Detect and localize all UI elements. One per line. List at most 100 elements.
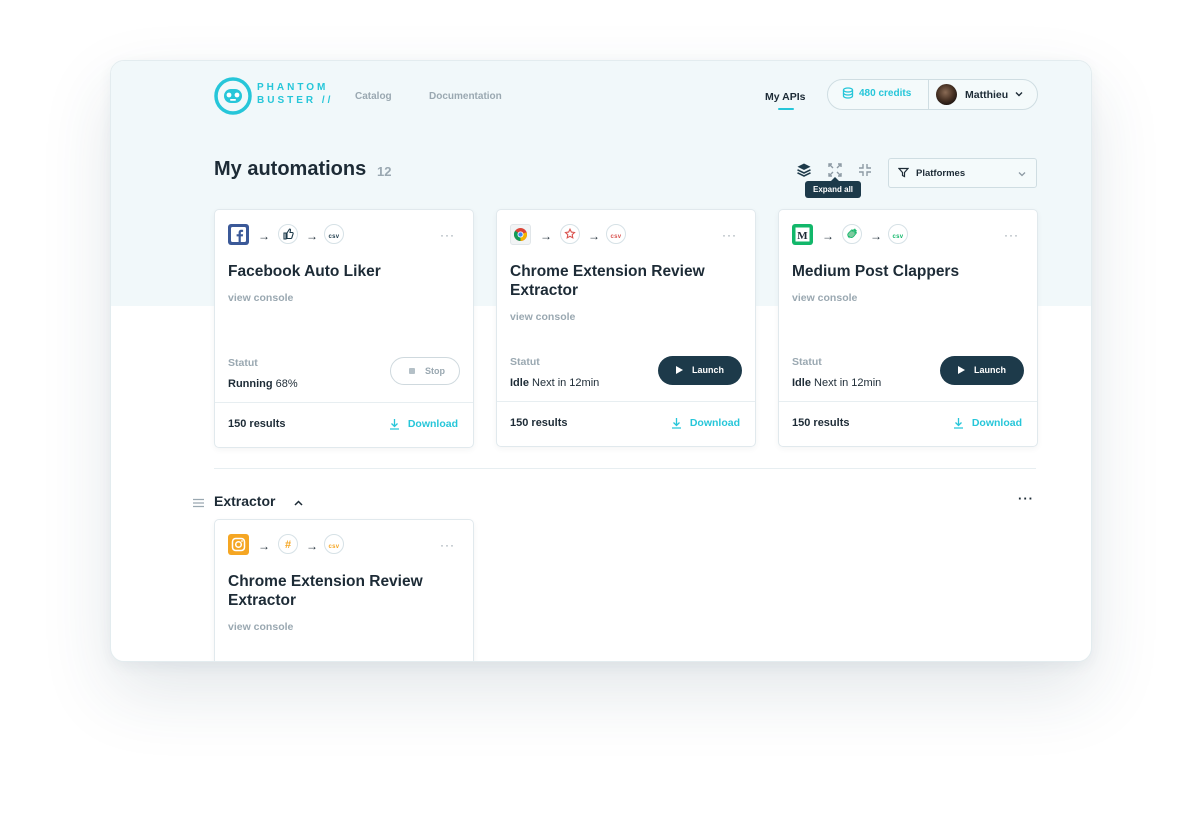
brand-wordmark[interactable]: PHANTOM BUSTER // xyxy=(257,81,333,107)
expand-all-tooltip: Expand all xyxy=(805,177,862,198)
brand-line-2: BUSTER // xyxy=(257,95,334,106)
view-console-link[interactable]: view console xyxy=(792,292,857,304)
filter-label: Platformes xyxy=(916,168,966,179)
credits-badge[interactable]: 480 credits xyxy=(842,87,912,99)
status-text: Idle xyxy=(792,377,811,389)
launch-button[interactable]: Launch xyxy=(940,356,1024,385)
card-menu-icon[interactable]: ··· xyxy=(1004,228,1019,242)
card-title[interactable]: Medium Post Clappers xyxy=(792,262,1022,281)
arrow-right-icon: → xyxy=(870,229,882,243)
credits-text: 480 credits xyxy=(859,88,912,99)
status-value: Idle Next in 12min xyxy=(510,377,599,389)
drag-handle-icon[interactable] xyxy=(193,498,204,508)
status-value: Idle Next in 12min xyxy=(792,377,881,389)
chevron-down-icon[interactable] xyxy=(1014,89,1024,99)
brand-line-1: PHANTOM xyxy=(257,82,329,93)
launch-label: Launch xyxy=(692,365,725,375)
avatar[interactable] xyxy=(936,84,957,105)
status-next-run: Next in 12min xyxy=(814,377,882,389)
automation-card-extractor[interactable]: → # → csv ··· Chrome Extension Review Ex… xyxy=(214,519,474,661)
download-button[interactable]: Download xyxy=(953,417,1022,429)
automation-card-medium-post-clappers[interactable]: M → → csv ··· Medium Post Clappers view … xyxy=(778,209,1038,447)
card-footer: 150 results Download xyxy=(215,402,473,448)
card-footer: 150 results Download xyxy=(779,401,1037,447)
arrow-right-icon: → xyxy=(306,539,318,553)
csv-icon: csv xyxy=(606,224,626,244)
arrow-right-icon: → xyxy=(540,229,552,243)
download-button[interactable]: Download xyxy=(671,417,740,429)
status-next-run: Next in 12min xyxy=(532,377,600,389)
arrow-right-icon: → xyxy=(258,539,270,553)
clap-icon xyxy=(842,224,862,244)
automation-card-facebook-auto-liker[interactable]: → → csv ··· Facebook Auto Liker view con… xyxy=(214,209,474,448)
launch-label: Launch xyxy=(974,365,1007,375)
arrow-right-icon: → xyxy=(258,229,270,243)
card-title[interactable]: Facebook Auto Liker xyxy=(228,262,458,281)
chevron-down-icon xyxy=(1018,172,1026,177)
user-name[interactable]: Matthieu xyxy=(965,89,1008,101)
hashtag-icon: # xyxy=(278,534,298,554)
csv-icon: csv xyxy=(324,224,344,244)
csv-icon: csv xyxy=(324,534,344,554)
section-menu-icon[interactable]: ··· xyxy=(1018,491,1034,506)
status-text: Idle xyxy=(510,377,529,389)
launch-button[interactable]: Launch xyxy=(658,356,742,385)
account-pill: 480 credits Matthieu xyxy=(827,79,1038,110)
arrow-right-icon: → xyxy=(822,229,834,243)
collapse-all-icon[interactable] xyxy=(857,162,873,178)
status-label: Statut xyxy=(792,356,822,368)
stop-button[interactable]: Stop xyxy=(390,357,460,385)
card-title[interactable]: Chrome Extension Review Extractor xyxy=(228,572,458,610)
download-button[interactable]: Download xyxy=(389,418,458,430)
phantombuster-logo-icon[interactable] xyxy=(213,76,253,116)
download-label: Download xyxy=(689,417,740,429)
download-label: Download xyxy=(971,417,1022,429)
thumbs-up-icon xyxy=(278,224,298,244)
filter-icon xyxy=(898,167,909,178)
card-title[interactable]: Chrome Extension Review Extractor xyxy=(510,262,740,300)
section-divider xyxy=(214,468,1036,469)
automation-card-chrome-extension-review-extractor[interactable]: → → csv ··· Chrome Extension Review Extr… xyxy=(496,209,756,447)
download-label: Download xyxy=(407,418,458,430)
csv-label: csv xyxy=(328,544,340,550)
status-label: Statut xyxy=(228,357,258,369)
csv-label: csv xyxy=(610,234,622,240)
layers-icon[interactable] xyxy=(796,162,812,178)
chevron-up-icon[interactable] xyxy=(293,498,304,508)
account-divider xyxy=(928,80,929,109)
status-progress: 68% xyxy=(275,378,298,390)
results-count: 150 results xyxy=(792,417,850,429)
arrow-right-icon: → xyxy=(588,229,600,243)
download-icon xyxy=(953,418,963,429)
section-title[interactable]: Extractor xyxy=(214,493,275,509)
card-menu-icon[interactable]: ··· xyxy=(440,538,455,552)
expand-all-icon[interactable] xyxy=(827,162,843,178)
page-title: My automations xyxy=(214,158,367,180)
results-count: 150 results xyxy=(510,417,568,429)
status-label: Statut xyxy=(510,356,540,368)
chrome-icon xyxy=(510,224,531,245)
medium-icon: M xyxy=(792,224,813,245)
nav-my-apis[interactable]: My APIs xyxy=(765,91,805,103)
status-text: Running xyxy=(228,378,273,390)
view-console-link[interactable]: view console xyxy=(228,292,293,304)
automation-count: 12 xyxy=(377,164,392,179)
view-console-link[interactable]: view console xyxy=(510,311,575,323)
card-menu-icon[interactable]: ··· xyxy=(722,228,737,242)
card-menu-icon[interactable]: ··· xyxy=(440,228,455,242)
nav-active-indicator xyxy=(778,108,794,110)
view-console-link[interactable]: view console xyxy=(228,621,293,633)
app-window: PHANTOM BUSTER // Catalog Documentation … xyxy=(110,60,1092,662)
csv-icon: csv xyxy=(888,224,908,244)
nav-catalog[interactable]: Catalog xyxy=(355,91,392,102)
arrow-right-icon: → xyxy=(306,229,318,243)
play-icon xyxy=(676,366,683,374)
facebook-icon xyxy=(228,224,249,245)
stop-icon xyxy=(409,368,415,374)
star-icon xyxy=(560,224,580,244)
nav-documentation[interactable]: Documentation xyxy=(429,91,502,102)
card-footer: 150 results Download xyxy=(497,401,755,447)
instagram-icon xyxy=(228,534,249,555)
download-icon xyxy=(389,419,399,430)
platform-filter-dropdown[interactable]: Platformes xyxy=(888,158,1037,188)
